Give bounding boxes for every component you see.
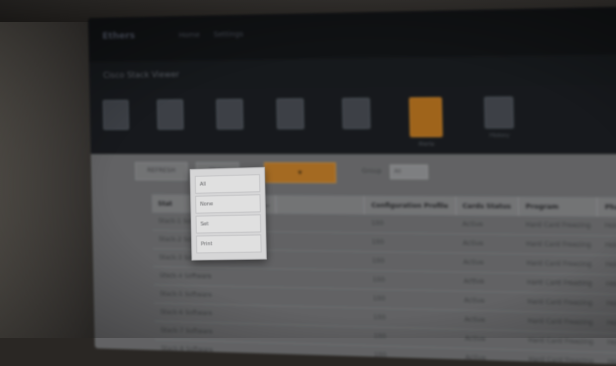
orange-dropdown-button[interactable]: ▾ [264,162,336,183]
table-cell: Hard Card Freezing [519,254,599,275]
table-cell [218,305,278,325]
table-cell: Active [458,310,521,331]
nav-home[interactable]: Home [179,31,200,40]
nav-settings[interactable]: Settings [213,30,243,39]
dropdown-item-set[interactable]: Set [196,214,262,233]
dropdown-item-print[interactable]: Print [196,234,262,253]
app-logo[interactable]: Ethers [102,31,135,42]
table-cell [279,343,368,364]
table-cell: Stack-4 Software [153,267,218,287]
table-cell: Active [457,291,520,312]
dropdown-item-none[interactable]: None [195,194,261,213]
table-cell: Holding [600,313,616,334]
table-cell: Hard Card Freezing [520,292,600,313]
report-icon[interactable] [269,98,312,150]
table-cell: Hard Card Freezing [521,350,601,366]
table-cell: 100 [365,233,456,253]
settings-icon[interactable] [334,98,378,150]
dropdown-menu: All None Set Print [190,167,267,261]
table-cell: Holding [599,294,616,314]
table-cell: Stack-6 Software [154,303,219,323]
alert-icon[interactable]: Alerts [404,97,449,150]
col-blank[interactable] [276,195,365,214]
table-cell [219,341,280,361]
table-cell: Active [456,234,519,254]
dropdown-item-all[interactable]: All [195,174,261,194]
table-cell: Holding [601,352,616,366]
table-cell: Active [458,329,521,350]
table-cell: Holding [598,217,616,236]
col-phase[interactable]: Phase [597,197,616,217]
table-cell: Hard Card Freezing [519,235,599,255]
table-cell [217,268,277,288]
table-cell: Stack-8 Software [155,339,220,359]
table-cell: 100 [367,346,458,366]
table-cell [276,214,365,233]
table-cell: Active [457,272,520,292]
main-content: REFRESH Show ▾ Group All Stat Cameras Pr… [91,154,616,366]
table-cell: Holding [598,236,616,256]
table-cell: 100 [366,270,457,291]
table-cell: Stack-5 Software [154,285,219,305]
page-title: Cisco Stack Viewer [103,70,179,80]
table-cell: Hard Card Freezing [521,331,601,353]
table-cell: Hard Card Freezing [521,312,601,333]
table-cell: Holding [600,333,616,354]
config-icon[interactable] [150,99,192,150]
table-cell: Active [456,215,519,234]
table-cell: Hard Card Freezing [518,216,598,236]
laptop-screen: Ethers Home Settings Cisco Stack Viewer … [88,6,616,366]
ports-icon[interactable] [96,100,137,150]
col-cards-status[interactable]: Cards Status [455,196,518,216]
refresh-button[interactable]: REFRESH [135,162,188,180]
col-config-profile[interactable]: Configuration Profile [364,196,455,216]
col-program[interactable]: Program [518,197,598,217]
table-cell: Active [458,348,521,366]
table-cell: 100 [367,308,458,329]
table-cell [277,250,366,270]
table-cell [218,286,278,306]
group-select[interactable]: All [390,165,429,180]
table-cell: 100 [365,215,456,234]
table-cell: Active [456,253,519,273]
table-cell [278,287,367,308]
content-toolbar: REFRESH Show ▾ Group All [91,154,616,187]
table-cell: 100 [365,252,456,272]
group-label: Group [362,168,382,175]
table-cell: Holding [599,274,616,294]
icon-toolbar: Alerts History [89,84,616,154]
table-cell [277,232,366,252]
table-cell: Hard Card Freezing [520,273,600,294]
chevron-down-icon: ▾ [298,169,302,177]
monitor-icon[interactable] [209,99,251,150]
table-cell: Stack-7 Software [154,321,219,341]
table-cell: 100 [366,289,457,310]
table-cell [278,269,367,289]
history-icon[interactable]: History [476,96,522,149]
table-cell: Holding [598,255,616,275]
table-cell [219,323,280,343]
table-cell [278,306,367,327]
